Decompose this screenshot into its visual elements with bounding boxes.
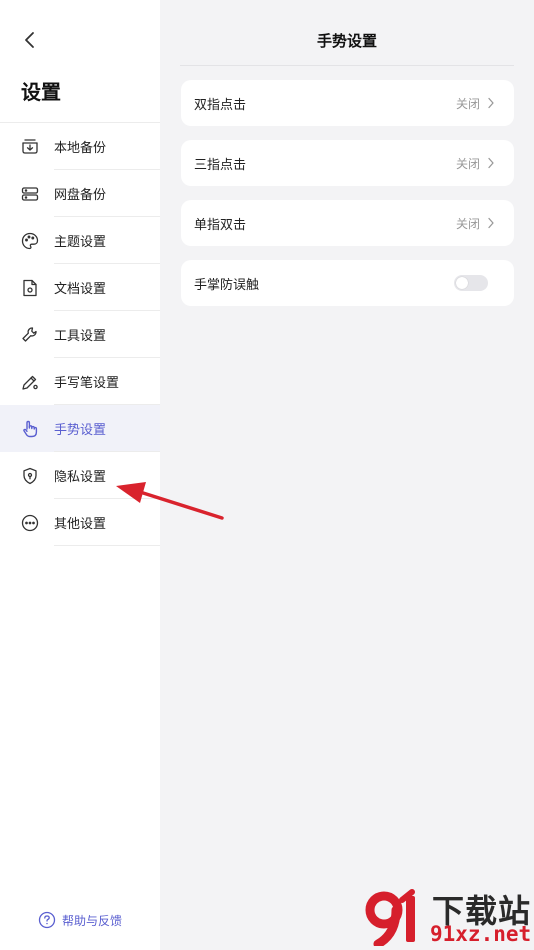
sidebar-item-tools[interactable]: 工具设置 xyxy=(0,311,160,358)
sidebar-item-label: 工具设置 xyxy=(54,329,107,344)
sidebar-item-label: 手写笔设置 xyxy=(54,376,120,391)
palm-rejection-toggle[interactable] xyxy=(454,275,488,291)
question-circle-icon xyxy=(38,911,56,929)
sidebar-item-label: 手势设置 xyxy=(54,423,107,438)
sidebar-item-label: 主题设置 xyxy=(54,235,107,250)
shield-icon xyxy=(20,466,40,486)
sidebar-item-label: 本地备份 xyxy=(54,141,107,156)
setting-value: 关闭 xyxy=(455,96,480,111)
setting-label: 三指点击 xyxy=(194,157,247,173)
document-icon xyxy=(20,278,40,298)
sidebar-item-gesture[interactable]: 手势设置 xyxy=(0,405,160,452)
setting-label: 手掌防误触 xyxy=(194,277,260,293)
page-title: 手势设置 xyxy=(316,32,377,50)
sidebar-item-privacy[interactable]: 隐私设置 xyxy=(0,452,160,499)
settings-nav: 本地备份 网盘备份 主题设置 文档设置 工具设置 手写笔设置 手势设置 隐私设置… xyxy=(0,123,160,546)
chevron-left-icon xyxy=(25,32,34,48)
more-icon xyxy=(20,513,40,533)
cloud-backup-icon xyxy=(20,184,40,204)
wrench-icon xyxy=(20,325,40,345)
divider xyxy=(180,65,514,66)
setting-two-finger-tap[interactable]: 双指点击 关闭 xyxy=(181,80,514,126)
sidebar-item-label: 其他设置 xyxy=(54,517,107,532)
main-panel: 手势设置 双指点击 关闭 三指点击 关闭 单指双击 关闭 手掌防误触 xyxy=(160,0,534,950)
sidebar-item-cloud-backup[interactable]: 网盘备份 xyxy=(0,170,160,217)
watermark-text-bottom: 91xz.net xyxy=(430,922,532,946)
setting-three-finger-tap[interactable]: 三指点击 关闭 xyxy=(181,140,514,186)
watermark: 下载站 91xz.net xyxy=(362,886,532,948)
help-feedback-label: 帮助与反馈 xyxy=(62,913,123,928)
hand-gesture-icon xyxy=(20,419,40,439)
palette-icon xyxy=(20,231,40,251)
back-button[interactable] xyxy=(18,28,42,52)
help-feedback-link[interactable]: 帮助与反馈 xyxy=(38,911,122,929)
sidebar: 设置 本地备份 网盘备份 主题设置 文档设置 工具设置 手写笔设置 手势设置 隐… xyxy=(0,0,160,950)
watermark-logo-icon xyxy=(365,889,415,946)
sidebar-item-document[interactable]: 文档设置 xyxy=(0,264,160,311)
sidebar-item-label: 文档设置 xyxy=(54,282,107,297)
sidebar-item-other[interactable]: 其他设置 xyxy=(0,499,160,546)
setting-label: 双指点击 xyxy=(194,97,247,113)
toggle-knob xyxy=(456,277,468,289)
chevron-right-icon xyxy=(486,216,496,230)
setting-value: 关闭 xyxy=(455,156,480,171)
setting-single-finger-double-tap[interactable]: 单指双击 关闭 xyxy=(181,200,514,246)
sidebar-item-label: 隐私设置 xyxy=(54,470,107,485)
setting-value: 关闭 xyxy=(455,216,480,231)
pen-icon xyxy=(20,372,40,392)
sidebar-item-label: 网盘备份 xyxy=(54,188,107,203)
setting-palm-rejection: 手掌防误触 xyxy=(181,260,514,306)
chevron-right-icon xyxy=(486,156,496,170)
sidebar-item-local-backup[interactable]: 本地备份 xyxy=(0,123,160,170)
setting-label: 单指双击 xyxy=(194,217,247,233)
sidebar-item-stylus[interactable]: 手写笔设置 xyxy=(0,358,160,405)
sidebar-title: 设置 xyxy=(21,80,61,104)
chevron-right-icon xyxy=(486,96,496,110)
sidebar-item-theme[interactable]: 主题设置 xyxy=(0,217,160,264)
local-backup-icon xyxy=(20,137,40,157)
